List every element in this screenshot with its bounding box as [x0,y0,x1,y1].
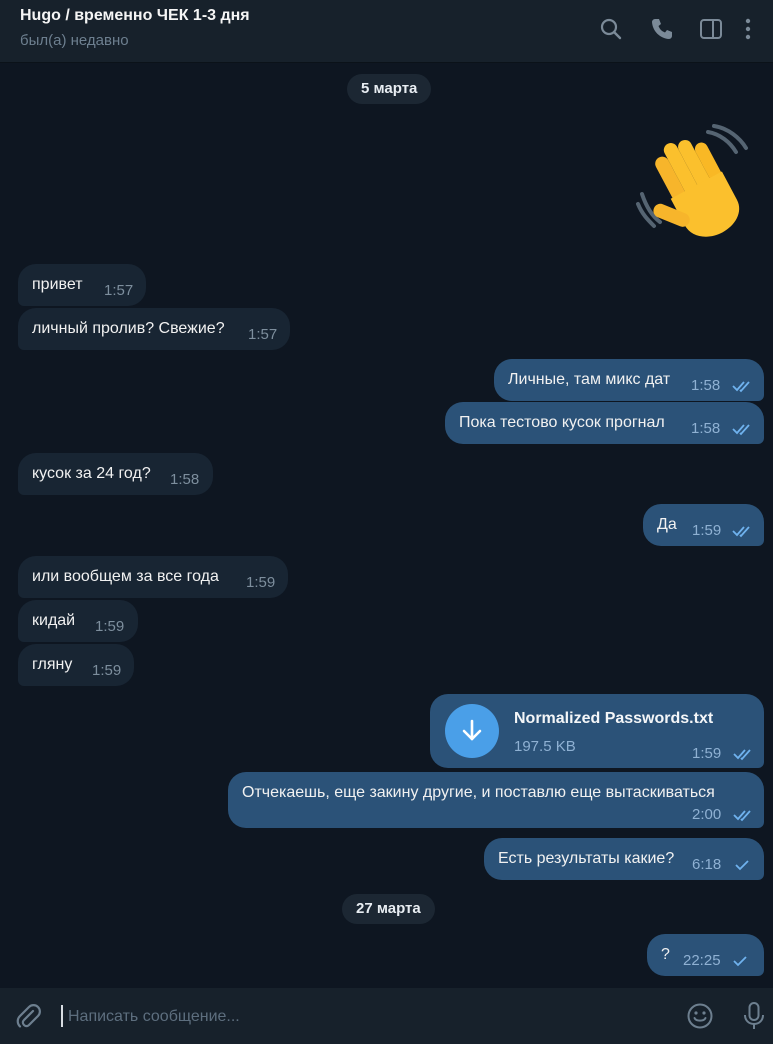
outgoing-message[interactable]: Есть результаты какие? 6:18 [484,838,764,880]
message-time: 1:58 [170,471,200,488]
incoming-message[interactable]: личный пролив? Свежие? 1:57 [18,308,290,350]
emoji-icon[interactable] [686,1002,714,1030]
single-check-icon [732,954,754,968]
message-time: 1:59 [692,522,722,539]
message-time: 6:18 [692,856,722,873]
outgoing-message[interactable]: ? 22:25 [647,934,764,976]
message-time: 1:59 [92,662,122,679]
waving-hand-sticker[interactable] [634,124,758,244]
message-text: Есть результаты какие? [498,850,675,867]
message-time: 2:00 [692,806,722,823]
message-time: 1:59 [246,574,276,591]
message-text: Отчекаешь, еще закину другие, и поставлю… [242,784,715,801]
outgoing-message[interactable]: Да 1:59 [643,504,764,546]
message-time: 22:25 [683,952,721,969]
incoming-message[interactable]: кусок за 24 год? 1:58 [18,453,213,495]
incoming-message[interactable]: кидай 1:59 [18,600,138,642]
phone-icon[interactable] [649,16,675,42]
message-text: Личные, там микс дат [508,371,671,388]
sidebar-toggle-icon[interactable] [698,16,724,42]
outgoing-message[interactable]: Отчекаешь, еще закину другие, и поставлю… [228,772,764,828]
message-time: 1:58 [691,420,721,437]
double-check-icon [733,808,755,822]
incoming-message[interactable]: привет 1:57 [18,264,146,306]
incoming-message[interactable]: или вообщем за все года 1:59 [18,556,288,598]
message-text: кидай [32,612,76,629]
message-text: Да [657,516,677,533]
message-composer [0,988,773,1044]
double-check-icon [732,524,754,538]
message-time: 1:58 [691,377,721,394]
message-time: 1:59 [95,618,125,635]
message-text: ? [661,946,670,963]
message-time: 1:57 [104,282,134,299]
message-input[interactable] [66,1002,650,1032]
incoming-message[interactable]: гляну 1:59 [18,644,134,686]
last-seen-status: был(а) недавно [20,32,129,49]
text-cursor [61,1005,63,1027]
file-name[interactable]: Normalized Passwords.txt [514,710,713,728]
more-vertical-icon[interactable] [741,16,755,42]
message-time: 1:59 [692,745,722,762]
microphone-icon[interactable] [742,1001,766,1031]
chat-header: Hugo / временно ЧЕК 1-3 дня был(а) недав… [0,0,773,63]
download-icon[interactable] [445,704,499,758]
message-text: гляну [32,656,73,673]
double-check-icon [733,747,755,761]
paperclip-icon[interactable] [14,1002,42,1030]
double-check-icon [732,379,754,393]
outgoing-message[interactable]: Личные, там микс дат 1:58 [494,359,764,401]
single-check-icon [734,858,756,872]
date-separator: 5 марта [347,74,432,104]
date-separator: 27 марта [342,894,435,924]
chat-title[interactable]: Hugo / временно ЧЕК 1-3 дня [20,7,250,25]
file-message[interactable]: Normalized Passwords.txt 197.5 KB 1:59 [430,694,764,768]
search-icon[interactable] [598,16,624,42]
file-size: 197.5 KB [514,738,576,755]
message-text: Пока тестово кусок прогнал [459,414,665,431]
outgoing-message[interactable]: Пока тестово кусок прогнал 1:58 [445,402,764,444]
message-text: кусок за 24 год? [32,465,151,482]
message-text: привет [32,276,83,293]
message-text: личный пролив? Свежие? [32,320,225,337]
message-time: 1:57 [248,326,278,343]
message-text: или вообщем за все года [32,568,219,585]
double-check-icon [732,422,754,436]
